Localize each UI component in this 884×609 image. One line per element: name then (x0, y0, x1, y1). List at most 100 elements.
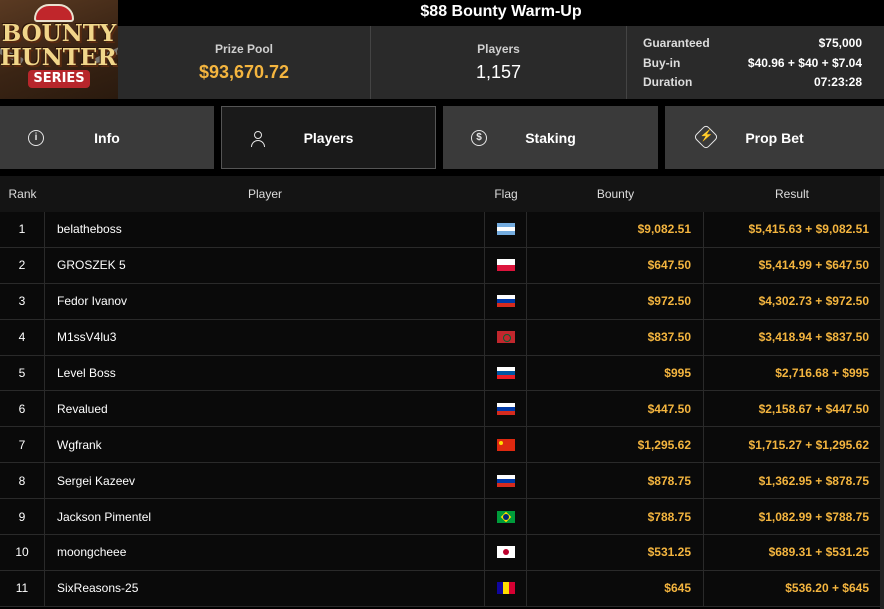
player-name-cell[interactable]: GROSZEK 5 (45, 247, 485, 283)
flag-cell (485, 212, 527, 247)
detail-value: 07:23:28 (813, 75, 862, 89)
tournament-stats-panel: Prize Pool $93,670.72 Players 1,157 Guar… (118, 26, 884, 99)
table-row[interactable]: 10 moongcheee $531.25 $689.31 + $531.25 (0, 535, 880, 571)
table-row[interactable]: 1 belatheboss $9,082.51 $5,415.63 + $9,0… (0, 212, 880, 248)
result-cell: $5,415.63 + $9,082.51 (748, 222, 869, 237)
table-row[interactable]: 4 M1ssV4lu3 $837.50 $3,418.94 + $837.50 (0, 319, 880, 356)
table-row[interactable]: 2 GROSZEK 5 $647.50 $5,414.99 + $647.50 (0, 247, 880, 284)
column-header-rank[interactable]: Rank (0, 176, 45, 212)
result-cell: $2,158.67 + $447.50 (758, 401, 869, 416)
column-header-flag[interactable]: Flag (485, 176, 527, 212)
person-icon (250, 131, 266, 147)
detail-guaranteed: Guaranteed $75,000 (643, 35, 862, 55)
player-name-cell[interactable]: SixReasons-25 (45, 570, 485, 606)
player-name-cell[interactable]: Revalued (45, 391, 485, 427)
flag-cell (485, 463, 527, 499)
table-row[interactable]: 11 SixReasons-25 $645 $536.20 + $645 (0, 570, 880, 607)
slovenia-flag-icon (496, 367, 515, 379)
detail-value: $40.96 + $40 + $7.04 (747, 55, 862, 70)
japan-flag-icon (496, 546, 515, 559)
flag-cell (485, 427, 527, 463)
players-label: Players (477, 42, 520, 56)
player-name-cell[interactable]: belatheboss (45, 212, 485, 247)
bounty-cell: $972.50 (527, 283, 704, 319)
tab-players[interactable]: Players (221, 106, 436, 169)
rank-cell: 6 (0, 391, 45, 427)
column-header-player[interactable]: Player (45, 176, 485, 212)
detail-duration: Duration 07:23:28 (643, 74, 862, 94)
result-cell: $1,362.95 + $878.75 (758, 473, 869, 488)
flag-cell (485, 391, 527, 427)
bounty-cell: $9,082.51 (527, 212, 704, 247)
results-table-body: 1 belatheboss $9,082.51 $5,415.63 + $9,0… (0, 212, 880, 607)
player-name-cell[interactable]: Wgfrank (45, 427, 485, 463)
results-table-header: Rank Player Flag Bounty Result (0, 176, 884, 212)
table-row[interactable]: 8 Sergei Kazeev $878.75 $1,362.95 + $878… (0, 463, 880, 500)
tournament-title: $88 Bounty Warm-Up (118, 0, 884, 26)
bounty-cell: $837.50 (527, 319, 704, 355)
morocco-flag-icon (496, 331, 515, 344)
rank-cell: 10 (0, 535, 45, 570)
china-flag-icon (496, 438, 515, 451)
flag-cell (485, 319, 527, 355)
table-scrollbar[interactable] (880, 176, 884, 609)
table-row[interactable]: 9 Jackson Pimentel $788.75 $1,082.99 + $… (0, 499, 880, 536)
flag-cell (485, 570, 527, 606)
player-name-cell[interactable]: Jackson Pimentel (45, 499, 485, 535)
flag-cell (485, 499, 527, 535)
result-cell: $4,302.73 + $972.50 (758, 294, 869, 309)
logo-text-hunters: HUNTERS (0, 44, 118, 71)
player-name-cell[interactable]: Fedor Ivanov (45, 283, 485, 319)
player-name-cell[interactable]: M1ssV4lu3 (45, 319, 485, 355)
player-name-cell[interactable]: Level Boss (45, 355, 485, 391)
tab-prop-bet[interactable]: ⚡ Prop Bet (665, 106, 884, 169)
rank-cell: 4 (0, 319, 45, 355)
column-header-result[interactable]: Result (704, 176, 880, 212)
tournament-details: Guaranteed $75,000 Buy-in $40.96 + $40 +… (626, 26, 884, 99)
detail-label: Buy-in (643, 55, 681, 70)
result-cell: $689.31 + $531.25 (768, 545, 869, 560)
bounty-cell: $1,295.62 (527, 427, 704, 463)
column-header-bounty[interactable]: Bounty (527, 176, 704, 212)
detail-label: Guaranteed (643, 36, 710, 50)
rank-cell: 9 (0, 499, 45, 535)
andorra-flag-icon (496, 582, 515, 595)
tab-info[interactable]: i Info (0, 106, 214, 169)
rank-cell: 11 (0, 570, 45, 606)
tab-staking[interactable]: $ Staking (443, 106, 658, 169)
result-cell: $5,414.99 + $647.50 (758, 258, 869, 273)
table-row[interactable]: 7 Wgfrank $1,295.62 $1,715.27 + $1,295.6… (0, 427, 880, 464)
rank-cell: 5 (0, 355, 45, 391)
detail-value: $75,000 (818, 36, 862, 50)
rank-cell: 3 (0, 283, 45, 319)
lightning-diamond-icon: ⚡ (693, 124, 719, 150)
table-row[interactable]: 3 Fedor Ivanov $972.50 $4,302.73 + $972.… (0, 283, 880, 320)
flag-cell (485, 283, 527, 319)
result-cell: $3,418.94 + $837.50 (758, 330, 869, 345)
bounty-cell: $447.50 (527, 391, 704, 427)
rank-cell: 2 (0, 247, 45, 283)
rank-cell: 1 (0, 212, 45, 247)
flag-cell (485, 247, 527, 283)
russia-flag-icon (496, 295, 515, 308)
table-row[interactable]: 6 Revalued $447.50 $2,158.67 + $447.50 (0, 391, 880, 428)
dollar-coin-icon: $ (471, 130, 487, 146)
detail-buy-in: Buy-in $40.96 + $40 + $7.04 (643, 55, 862, 75)
player-name-cell[interactable]: Sergei Kazeev (45, 463, 485, 499)
detail-label: Duration (643, 75, 693, 89)
info-icon: i (28, 130, 44, 146)
prize-pool-value: $93,670.72 (198, 62, 290, 82)
prize-pool-label: Prize Pool (214, 42, 273, 56)
players-value: 1,157 (475, 62, 522, 82)
result-cell: $536.20 + $645 (785, 581, 869, 596)
flag-cell (485, 535, 527, 570)
prize-pool-stat: Prize Pool $93,670.72 (118, 26, 370, 99)
tab-bar: i Info Players $ Staking ⚡ Prop Bet (0, 106, 884, 169)
bounty-cell: $878.75 (527, 463, 704, 499)
player-name-cell[interactable]: moongcheee (45, 535, 485, 570)
bounty-hunters-series-logo: BOUNTY HUNTERS SERIES (0, 0, 118, 99)
rank-cell: 7 (0, 427, 45, 463)
table-row[interactable]: 5 Level Boss $995 $2,716.68 + $995 (0, 355, 880, 392)
flag-cell (485, 355, 527, 391)
bounty-cell: $645 (527, 570, 704, 606)
